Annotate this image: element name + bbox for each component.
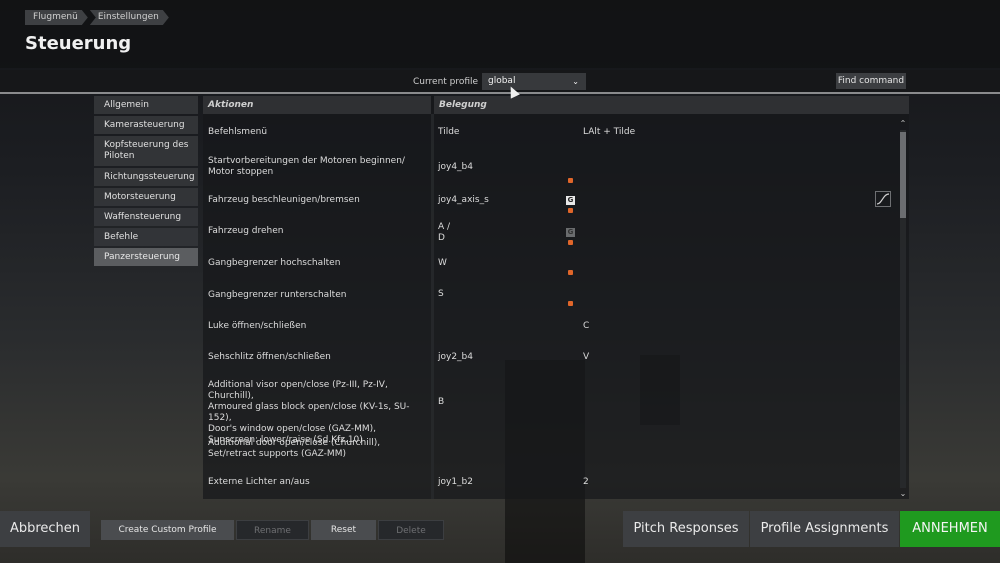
action-label: Additional visor open/close (Pz-III, Pz-… — [208, 380, 410, 445]
breadcrumb-item-einstellungen[interactable]: Einstellungen — [90, 10, 169, 25]
action-label: Gangbegrenzer hochschalten — [208, 258, 341, 268]
sidebar-item-befehle[interactable]: Befehle — [94, 228, 198, 246]
accept-button[interactable]: ANNEHMEN — [900, 511, 1000, 547]
find-command-button[interactable]: Find command — [836, 73, 906, 89]
table-header: Aktionen Belegung — [203, 96, 909, 114]
sidebar-item-richtungssteuerung[interactable]: Richtungssteuerung — [94, 168, 198, 186]
gamepad-axis-icon: G — [566, 228, 575, 237]
page-title: Steuerung — [25, 33, 132, 54]
action-label: Gangbegrenzer runterschalten — [208, 290, 347, 300]
action-label: Luke öffnen/schließen — [208, 321, 307, 331]
divider — [0, 92, 1000, 94]
scroll-up-icon[interactable]: ⌃ — [899, 120, 907, 128]
binding-primary[interactable]: B — [438, 397, 558, 408]
cancel-button[interactable]: Abbrechen — [0, 511, 90, 547]
sidebar-item-panzersteuerung[interactable]: Panzersteuerung — [94, 248, 198, 266]
modified-marker-icon — [568, 208, 573, 213]
action-label: Fahrzeug drehen — [208, 226, 284, 236]
modified-marker-icon — [568, 301, 573, 306]
table-scrollbar[interactable]: ⌃ ⌄ — [899, 120, 907, 498]
scroll-thumb[interactable] — [900, 132, 906, 218]
breadcrumb-item-flugmenu[interactable]: Flugmenü — [25, 10, 88, 25]
create-custom-profile-button[interactable]: Create Custom Profile — [101, 520, 234, 540]
category-sidebar: Allgemein Kamerasteuerung Kopfsteuerung … — [94, 96, 198, 268]
profile-assignments-button[interactable]: Profile Assignments — [750, 511, 899, 547]
reset-button[interactable]: Reset — [311, 520, 376, 540]
rename-button[interactable]: Rename — [236, 520, 309, 540]
column-header-binding: Belegung — [434, 96, 909, 114]
binding-primary[interactable]: joy1_b2 — [438, 477, 558, 488]
gamepad-axis-icon: G — [566, 196, 575, 205]
action-label: Externe Lichter an/aus — [208, 477, 310, 487]
profile-label: Current profile — [413, 77, 479, 87]
binding-primary[interactable]: Tilde — [438, 127, 558, 138]
binding-primary[interactable]: S — [438, 289, 558, 300]
controls-table: Aktionen Belegung Befehlsmenü Tilde LAlt… — [203, 96, 909, 499]
binding-primary[interactable]: joy4_axis_s — [438, 195, 558, 206]
binding-secondary[interactable]: C — [583, 321, 703, 332]
sidebar-item-kamerasteuerung[interactable]: Kamerasteuerung — [94, 116, 198, 134]
action-label: Sehschlitz öffnen/schließen — [208, 352, 331, 362]
binding-secondary[interactable]: 2 — [583, 477, 703, 488]
modified-marker-icon — [568, 270, 573, 275]
response-curve-icon[interactable] — [875, 191, 891, 207]
sidebar-item-waffensteuerung[interactable]: Waffensteuerung — [94, 208, 198, 226]
sidebar-item-allgemein[interactable]: Allgemein — [94, 96, 198, 114]
action-label: Additional door open/close (Churchill), … — [208, 438, 381, 459]
binding-primary[interactable]: A / D — [438, 222, 558, 244]
modified-marker-icon — [568, 240, 573, 245]
modified-marker-icon — [568, 178, 573, 183]
pitch-responses-button[interactable]: Pitch Responses — [623, 511, 749, 547]
scroll-down-icon[interactable]: ⌄ — [899, 490, 907, 498]
binding-primary[interactable]: joy2_b4 — [438, 352, 558, 363]
binding-primary[interactable]: joy4_b4 — [438, 162, 558, 173]
action-label: Fahrzeug beschleunigen/bremsen — [208, 195, 360, 205]
chevron-down-icon: ⌄ — [572, 77, 579, 86]
binding-secondary[interactable]: V — [583, 352, 703, 363]
binding-primary[interactable]: W — [438, 258, 558, 269]
breadcrumb: Flugmenü Einstellungen — [25, 10, 171, 25]
action-label: Startvorbereitungen der Motoren beginnen… — [208, 156, 405, 177]
sidebar-item-motorsteuerung[interactable]: Motorsteuerung — [94, 188, 198, 206]
column-header-actions: Aktionen — [203, 96, 431, 114]
binding-secondary[interactable]: LAlt + Tilde — [583, 127, 703, 138]
action-label: Befehlsmenü — [208, 127, 268, 137]
profile-selected-value: global — [488, 76, 516, 86]
sidebar-item-kopfsteuerung[interactable]: Kopfsteuerung des Piloten — [94, 136, 198, 166]
delete-button[interactable]: Delete — [378, 520, 444, 540]
profile-dropdown[interactable]: global ⌄ — [482, 73, 586, 90]
